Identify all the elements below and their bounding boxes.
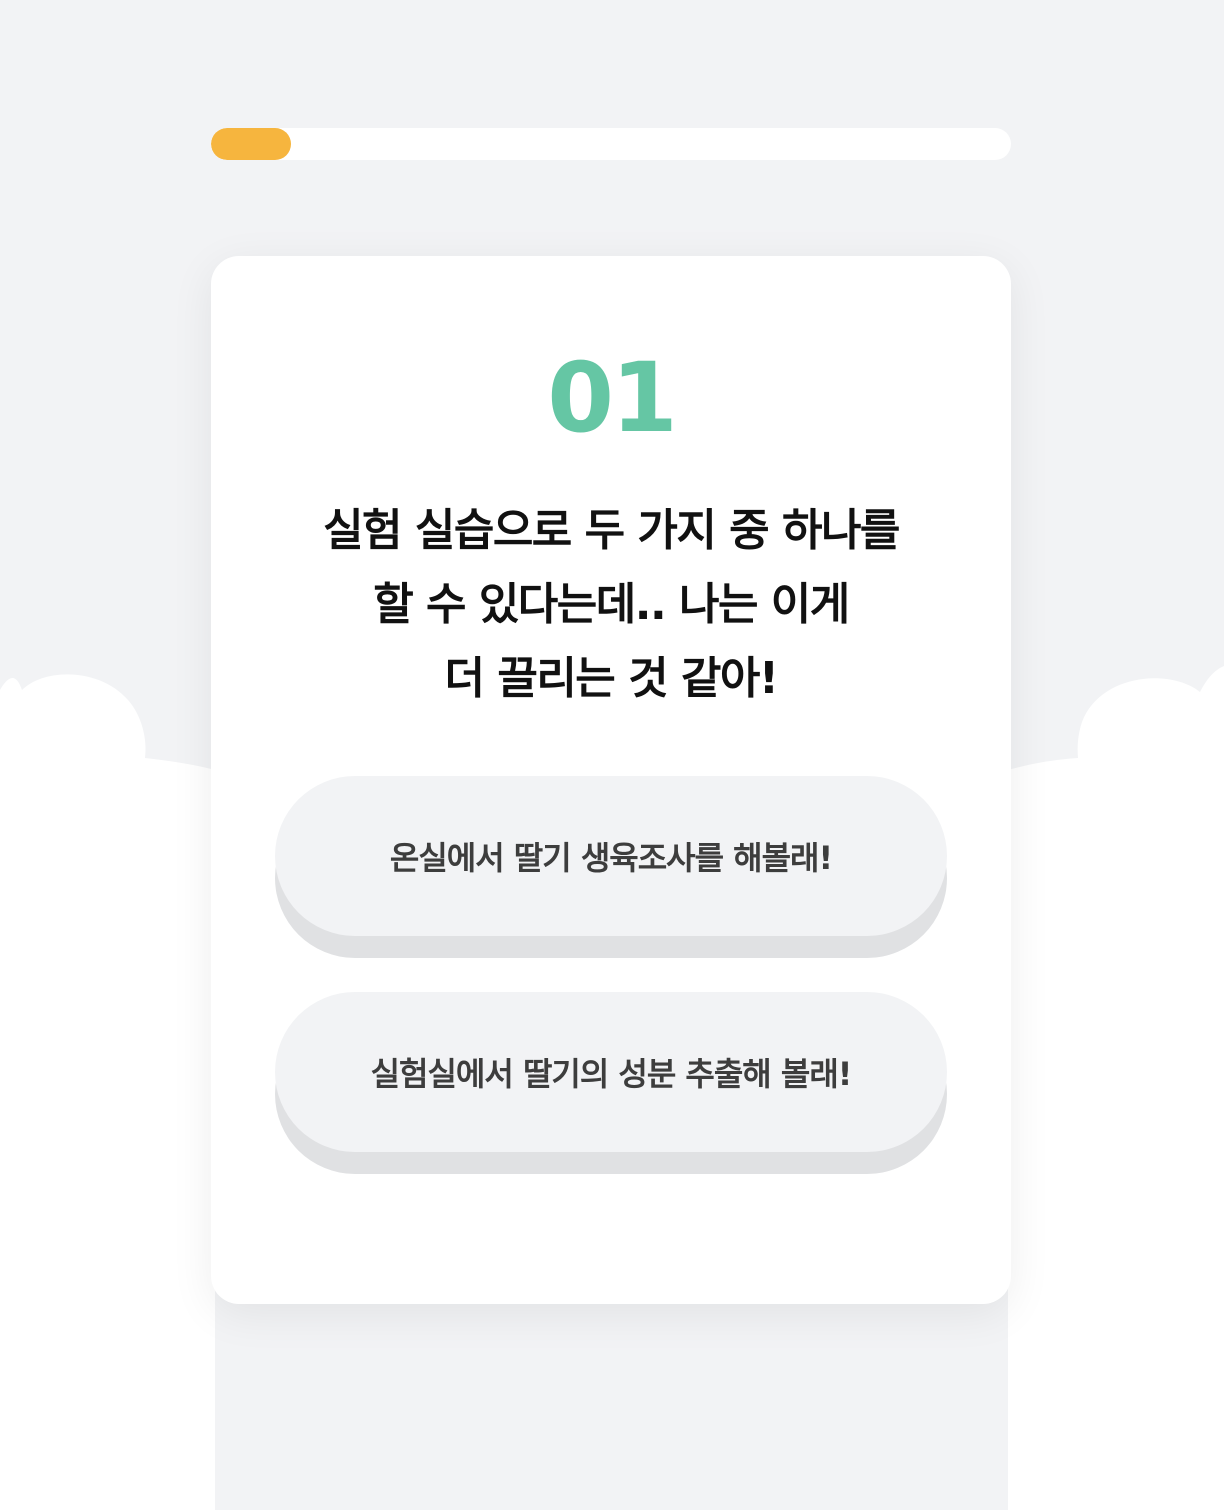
progress-bar xyxy=(211,128,1011,160)
step-number: 01 xyxy=(547,342,678,454)
right-cloud xyxy=(1008,666,1224,1510)
question-line: 할 수 있다는데.. 나는 이게 xyxy=(373,579,850,630)
question-card: 01 실험 실습으로 두 가지 중 하나를 할 수 있다는데.. 나는 이게 더… xyxy=(211,256,1011,1304)
question-line: 실험 실습으로 두 가지 중 하나를 xyxy=(323,505,900,556)
left-cloud xyxy=(0,674,215,1510)
option-button-greenhouse-survey[interactable]: 온실에서 딸기 생육조사를 해볼래! xyxy=(275,776,947,936)
question-line: 더 끌리는 것 같아! xyxy=(444,653,779,704)
question-text: 실험 실습으로 두 가지 중 하나를 할 수 있다는데.. 나는 이게 더 끌리… xyxy=(211,494,1011,716)
option-button-lab-extraction[interactable]: 실험실에서 딸기의 성분 추출해 볼래! xyxy=(275,992,947,1152)
progress-bar-fill xyxy=(211,128,291,160)
